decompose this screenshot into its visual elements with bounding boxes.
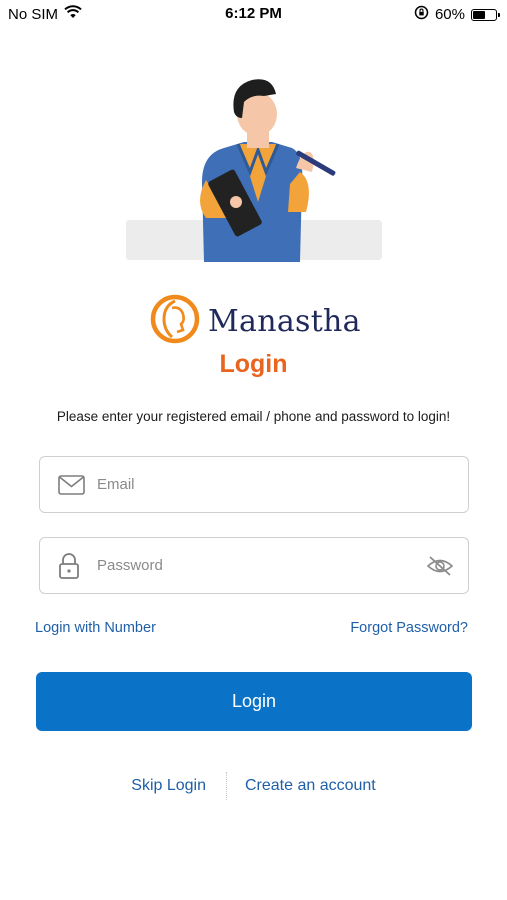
- manastha-logo-icon: [150, 294, 200, 349]
- battery-percent: 60%: [434, 6, 465, 23]
- login-with-number-link[interactable]: Login with Number: [35, 620, 156, 636]
- status-right: 60%: [414, 5, 500, 24]
- forgot-password-link[interactable]: Forgot Password?: [350, 620, 468, 636]
- skip-login-link[interactable]: Skip Login: [131, 777, 206, 795]
- status-bar: No SIM 6:12 PM 60%: [0, 0, 507, 28]
- eye-off-icon[interactable]: [426, 554, 454, 578]
- divider: [225, 772, 227, 800]
- password-field[interactable]: [39, 537, 469, 594]
- email-field[interactable]: [39, 456, 469, 513]
- hero-illustration: [126, 72, 382, 262]
- password-input[interactable]: [97, 538, 418, 593]
- battery-level: [473, 10, 485, 19]
- create-account-link[interactable]: Create an account: [245, 777, 376, 795]
- brand-logo: Manastha: [150, 294, 361, 349]
- rotation-lock-icon: [414, 5, 429, 24]
- brand-name: Manastha: [208, 304, 361, 339]
- mail-icon: [58, 474, 85, 495]
- lock-icon: [58, 552, 80, 580]
- page-title: Login: [219, 350, 288, 378]
- email-input[interactable]: [97, 457, 418, 512]
- battery-icon: [471, 8, 500, 21]
- instructions-text: Please enter your registered email / pho…: [56, 409, 451, 424]
- login-button[interactable]: Login: [36, 672, 472, 731]
- bottom-links: Skip Login Create an account: [0, 772, 507, 800]
